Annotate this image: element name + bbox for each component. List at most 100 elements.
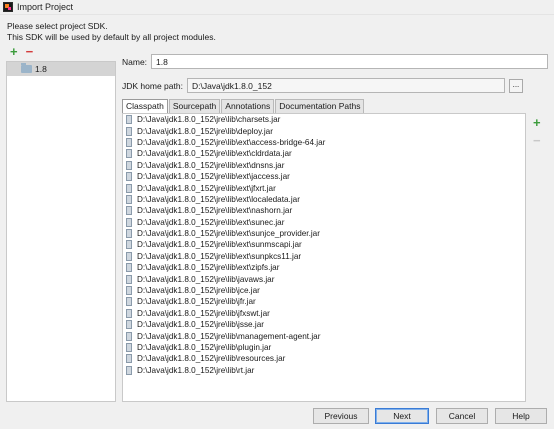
list-item[interactable]: D:\Java\jdk1.8.0_152\jre\lib\ext\zipfs.j…: [123, 262, 525, 273]
tab-classpath[interactable]: Classpath: [122, 99, 168, 113]
jar-icon: [126, 183, 132, 193]
jar-icon: [126, 331, 132, 341]
previous-button[interactable]: Previous: [313, 408, 369, 424]
jar-icon: [126, 160, 132, 170]
classpath-entry: D:\Java\jdk1.8.0_152\jre\lib\ext\jaccess…: [137, 172, 290, 182]
classpath-entry: D:\Java\jdk1.8.0_152\jre\lib\charsets.ja…: [137, 115, 281, 125]
classpath-entry: D:\Java\jdk1.8.0_152\jre\lib\ext\sunjce_…: [137, 229, 320, 239]
plus-icon[interactable]: +: [10, 45, 18, 58]
classpath-entry: D:\Java\jdk1.8.0_152\jre\lib\ext\sunec.j…: [137, 217, 285, 227]
list-item[interactable]: D:\Java\jdk1.8.0_152\jre\lib\javaws.jar: [123, 273, 525, 284]
jar-icon: [126, 320, 132, 330]
jdk-home-field[interactable]: [186, 78, 505, 93]
classpath-entry: D:\Java\jdk1.8.0_152\jre\lib\ext\zipfs.j…: [137, 263, 280, 273]
jar-icon: [126, 229, 132, 239]
jar-icon: [126, 115, 132, 125]
list-item[interactable]: D:\Java\jdk1.8.0_152\jre\lib\ext\jfxrt.j…: [123, 182, 525, 193]
classpath-entry: D:\Java\jdk1.8.0_152\jre\lib\ext\sunmsca…: [137, 240, 302, 250]
classpath-entry: D:\Java\jdk1.8.0_152\jre\lib\ext\nashorn…: [137, 206, 293, 216]
sdk-list-item-1-8[interactable]: 1.8: [7, 62, 115, 76]
tab-sourcepath[interactable]: Sourcepath: [168, 99, 221, 113]
next-button[interactable]: Next: [375, 408, 429, 424]
name-label: Name:: [122, 56, 148, 67]
jar-icon: [126, 240, 132, 250]
list-item[interactable]: D:\Java\jdk1.8.0_152\jre\lib\ext\localed…: [123, 194, 525, 205]
jar-icon: [126, 308, 132, 318]
list-item[interactable]: D:\Java\jdk1.8.0_152\jre\lib\jce.jar: [123, 285, 525, 296]
cancel-button[interactable]: Cancel: [436, 408, 488, 424]
sdk-item-label: 1.8: [35, 64, 47, 74]
jar-icon: [126, 251, 132, 261]
name-row: Name:: [122, 54, 549, 69]
title-bar: Import Project: [0, 0, 554, 15]
window-title: Import Project: [17, 2, 74, 12]
jar-icon: [126, 286, 132, 296]
sdk-list-pane: + − 1.8: [6, 44, 116, 402]
jar-icon: [126, 343, 132, 352]
sdk-list[interactable]: 1.8: [6, 61, 116, 402]
browse-button[interactable]: ...: [508, 78, 523, 93]
sdk-details-pane: Name: JDK home path: ... Classpath Sourc…: [122, 44, 554, 402]
tab-documentation-paths[interactable]: Documentation Paths: [275, 99, 365, 113]
list-item[interactable]: D:\Java\jdk1.8.0_152\jre\lib\ext\jaccess…: [123, 171, 525, 182]
list-item[interactable]: D:\Java\jdk1.8.0_152\jre\lib\management-…: [123, 330, 525, 341]
name-field[interactable]: [151, 54, 549, 69]
classpath-entry: D:\Java\jdk1.8.0_152\jre\lib\jce.jar: [137, 286, 260, 296]
classpath-entry: D:\Java\jdk1.8.0_152\jre\lib\jfr.jar: [137, 297, 256, 307]
jar-icon: [126, 263, 132, 273]
classpath-entry: D:\Java\jdk1.8.0_152\jre\lib\ext\localed…: [137, 194, 300, 204]
classpath-entry: D:\Java\jdk1.8.0_152\jre\lib\plugin.jar: [137, 343, 272, 352]
classpath-entry: D:\Java\jdk1.8.0_152\jre\lib\rt.jar: [137, 365, 255, 375]
list-item[interactable]: D:\Java\jdk1.8.0_152\jre\lib\ext\nashorn…: [123, 205, 525, 216]
list-item[interactable]: D:\Java\jdk1.8.0_152\jre\lib\jfxswt.jar: [123, 308, 525, 319]
classpath-entry: D:\Java\jdk1.8.0_152\jre\lib\jsse.jar: [137, 320, 264, 330]
dialog-description: Please select project SDK. This SDK will…: [7, 21, 216, 43]
list-item[interactable]: D:\Java\jdk1.8.0_152\jre\lib\jfr.jar: [123, 296, 525, 307]
list-item[interactable]: D:\Java\jdk1.8.0_152\jre\lib\ext\sunjce_…: [123, 228, 525, 239]
list-item[interactable]: D:\Java\jdk1.8.0_152\jre\lib\ext\dnsns.j…: [123, 160, 525, 171]
sdk-tabs: Classpath Sourcepath Annotations Documen…: [122, 99, 365, 113]
jar-icon: [126, 217, 132, 227]
jar-icon: [126, 274, 132, 284]
help-button[interactable]: Help: [495, 408, 547, 424]
list-item[interactable]: D:\Java\jdk1.8.0_152\jre\lib\ext\sunmsca…: [123, 239, 525, 250]
minus-icon[interactable]: −: [26, 45, 34, 58]
list-item[interactable]: D:\Java\jdk1.8.0_152\jre\lib\jsse.jar: [123, 319, 525, 330]
list-item[interactable]: D:\Java\jdk1.8.0_152\jre\lib\rt.jar: [123, 365, 525, 376]
jar-icon: [126, 365, 132, 375]
classpath-entry: D:\Java\jdk1.8.0_152\jre\lib\ext\access-…: [137, 137, 326, 147]
jar-icon: [126, 194, 132, 204]
description-line-2: This SDK will be used by default by all …: [7, 32, 216, 42]
list-item[interactable]: D:\Java\jdk1.8.0_152\jre\lib\ext\sunec.j…: [123, 217, 525, 228]
add-path-plus-icon[interactable]: +: [533, 116, 541, 129]
tab-annotations[interactable]: Annotations: [221, 99, 275, 113]
sdk-list-toolbar: + −: [6, 44, 116, 60]
classpath-entry: D:\Java\jdk1.8.0_152\jre\lib\jfxswt.jar: [137, 308, 270, 318]
classpath-entry: D:\Java\jdk1.8.0_152\jre\lib\ext\sunpkcs…: [137, 251, 302, 261]
remove-path-minus-icon[interactable]: −: [533, 134, 541, 147]
list-item[interactable]: D:\Java\jdk1.8.0_152\jre\lib\plugin.jar: [123, 342, 525, 353]
description-line-1: Please select project SDK.: [7, 21, 108, 31]
jdk-home-label: JDK home path:: [122, 80, 183, 91]
list-item[interactable]: D:\Java\jdk1.8.0_152\jre\lib\ext\cldrdat…: [123, 148, 525, 159]
list-item[interactable]: D:\Java\jdk1.8.0_152\jre\lib\deploy.jar: [123, 125, 525, 136]
list-item[interactable]: D:\Java\jdk1.8.0_152\jre\lib\ext\sunpkcs…: [123, 251, 525, 262]
classpath-entry: D:\Java\jdk1.8.0_152\jre\lib\deploy.jar: [137, 126, 273, 136]
list-item[interactable]: D:\Java\jdk1.8.0_152\jre\lib\ext\access-…: [123, 137, 525, 148]
jar-icon: [126, 206, 132, 216]
jar-icon: [126, 172, 132, 182]
jar-icon: [126, 137, 132, 147]
list-item[interactable]: D:\Java\jdk1.8.0_152\jre\lib\resources.j…: [123, 353, 525, 364]
jar-icon: [126, 297, 132, 307]
jar-icon: [126, 126, 132, 136]
jdk-home-row: JDK home path: ...: [122, 78, 523, 93]
dialog-footer: Previous Next Cancel Help: [0, 404, 554, 429]
list-item[interactable]: D:\Java\jdk1.8.0_152\jre\lib\charsets.ja…: [123, 114, 525, 125]
classpath-actions: + −: [533, 116, 541, 147]
classpath-entry: D:\Java\jdk1.8.0_152\jre\lib\ext\dnsns.j…: [137, 160, 285, 170]
classpath-entry: D:\Java\jdk1.8.0_152\jre\lib\resources.j…: [137, 354, 286, 364]
classpath-list[interactable]: D:\Java\jdk1.8.0_152\jre\lib\charsets.ja…: [122, 113, 526, 402]
classpath-entry: D:\Java\jdk1.8.0_152\jre\lib\ext\jfxrt.j…: [137, 183, 276, 193]
intellij-app-icon: [3, 2, 13, 12]
jar-icon: [126, 149, 132, 159]
